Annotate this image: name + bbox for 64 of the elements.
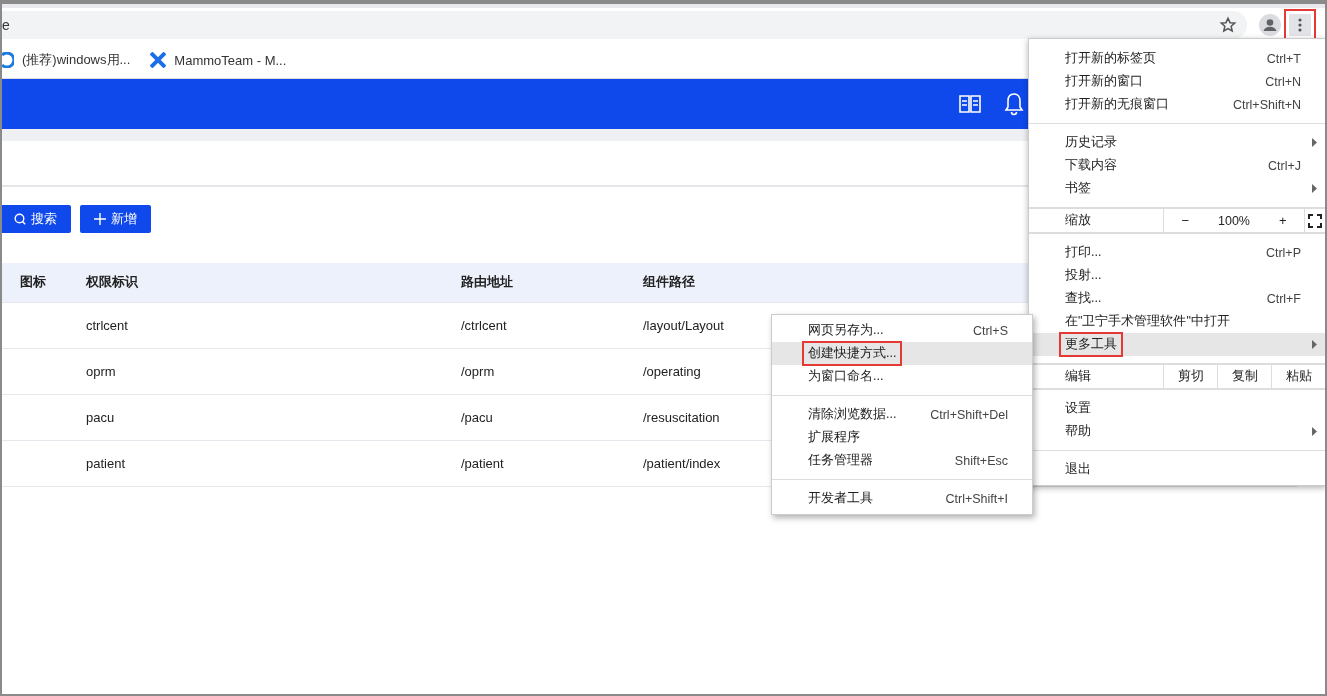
menu-item[interactable]: 退出: [1029, 458, 1325, 481]
menu-item[interactable]: 设置: [1029, 397, 1325, 420]
table-cell: /patient/index: [643, 456, 721, 471]
table-cell: pacu: [86, 410, 115, 425]
table-cell: /oprm: [461, 364, 495, 379]
submenu-arrow-icon: [1312, 184, 1317, 193]
table-cell: oprm: [86, 364, 116, 379]
add-button[interactable]: 新增: [80, 205, 151, 233]
more-icon: [1298, 18, 1302, 32]
fullscreen-icon[interactable]: [1308, 213, 1322, 228]
table-cell: /pacu: [461, 410, 493, 425]
url-text: e: [2, 17, 10, 33]
menu-item[interactable]: 打开新的标签页 Ctrl+T: [1029, 47, 1325, 70]
menu-label: 编辑: [1064, 368, 1092, 385]
menu-item[interactable]: 开发者工具 Ctrl+Shift+I: [772, 487, 1032, 510]
menu-item[interactable]: 打印... Ctrl+P: [1029, 241, 1325, 264]
table-cell: /resuscitation: [643, 410, 720, 425]
menu-item[interactable]: 扩展程序: [772, 426, 1032, 449]
bookmark[interactable]: (推荐)windows用...: [2, 51, 131, 69]
submenu-arrow-icon: [1312, 340, 1317, 349]
menu-item[interactable]: 任务管理器 Shift+Esc: [772, 449, 1032, 472]
menu-item[interactable]: 为窗口命名...: [772, 365, 1032, 388]
address-bar[interactable]: e: [2, 11, 1247, 39]
menu-item[interactable]: 在"卫宁手术管理软件"中打开: [1029, 310, 1325, 333]
edit-button[interactable]: 粘贴: [1271, 365, 1325, 388]
menu-item[interactable]: 打开新的无痕窗口 Ctrl+Shift+N: [1029, 93, 1325, 116]
swirl-icon: [2, 52, 14, 68]
table-cell: /operating: [643, 364, 701, 379]
search-button[interactable]: 搜索: [2, 205, 71, 233]
zoom-out-button[interactable]: −: [1175, 213, 1196, 228]
table-cell: /patient: [461, 456, 504, 471]
column-header: 图标: [19, 274, 47, 291]
edit-button[interactable]: 复制: [1217, 365, 1271, 388]
bookmark[interactable]: MammoTeam - M...: [150, 52, 287, 68]
menu-item[interactable]: 下载内容 Ctrl+J: [1029, 154, 1325, 177]
menu-item[interactable]: 帮助: [1029, 420, 1325, 443]
edit-button[interactable]: 剪切: [1163, 365, 1217, 388]
table-cell: patient: [86, 456, 126, 471]
menu-item[interactable]: 清除浏览数据... Ctrl+Shift+Del: [772, 403, 1032, 426]
menu-item[interactable]: 投射...: [1029, 264, 1325, 287]
submenu-arrow-icon: [1312, 138, 1317, 147]
plus-icon: [94, 213, 106, 225]
table-cell: /layout/Layout: [643, 318, 724, 333]
column-header: 权限标识: [86, 274, 139, 291]
profile-icon[interactable]: [1259, 14, 1281, 36]
bell-icon[interactable]: [1004, 92, 1024, 116]
menu-item[interactable]: 创建快捷方式...: [772, 342, 1032, 365]
menu-item[interactable]: 网页另存为... Ctrl+S: [772, 319, 1032, 342]
table-cell: ctrlcent: [86, 318, 128, 333]
zoom-level: 100%: [1218, 213, 1250, 228]
star-icon[interactable]: [1219, 16, 1237, 34]
menu-item[interactable]: 书签: [1029, 177, 1325, 200]
column-header: 组件路径: [643, 274, 696, 291]
search-icon: [14, 213, 26, 225]
menu-item[interactable]: 打开新的窗口 Ctrl+N: [1029, 70, 1325, 93]
cross-icon: [150, 52, 167, 68]
zoom-in-button[interactable]: +: [1272, 213, 1293, 228]
submenu-arrow-icon: [1312, 427, 1317, 436]
book-icon[interactable]: [958, 94, 982, 114]
menu-label: 缩放: [1064, 212, 1092, 229]
column-header: 路由地址: [461, 274, 514, 291]
menu-item[interactable]: 查找... Ctrl+F: [1029, 287, 1325, 310]
menu-item[interactable]: 历史记录: [1029, 131, 1325, 154]
table-cell: /ctrlcent: [461, 318, 507, 333]
